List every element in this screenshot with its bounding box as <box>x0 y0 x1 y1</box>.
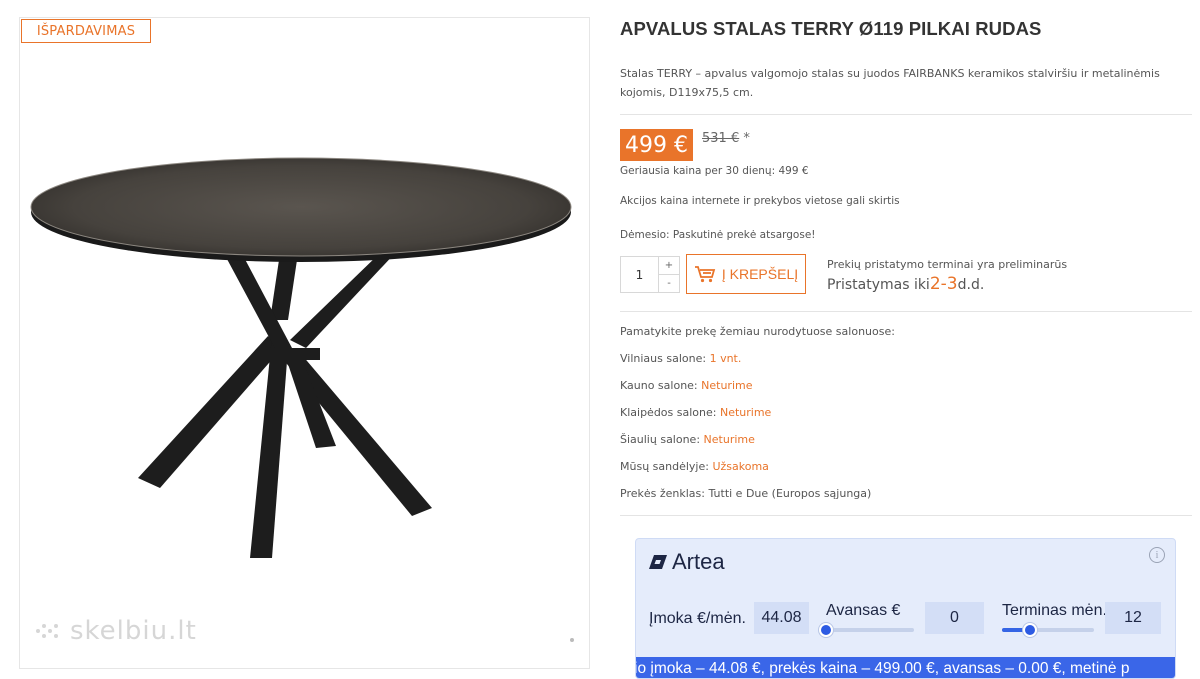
advance-input[interactable]: 0 <box>925 602 984 634</box>
advance-slider-thumb[interactable] <box>819 623 833 637</box>
stores-intro: Pamatykite prekę žemiau nurodytuose salo… <box>620 325 895 338</box>
quantity-plus-button[interactable]: + <box>659 257 679 274</box>
promo-note: Akcijos kaina internete ir prekybos viet… <box>620 195 900 207</box>
store-availability: Klaipėdos salone: Neturime <box>620 406 771 419</box>
store-availability: Kauno salone: Neturime <box>620 379 752 392</box>
advance-slider[interactable] <box>819 623 914 637</box>
brand-label: Prekės ženklas: <box>620 487 705 500</box>
artea-financing-widget: Artea i Įmoka €/mėn. 44.08 Avansas € 0 T… <box>635 538 1176 679</box>
artea-logo-icon <box>649 555 667 569</box>
term-slider[interactable] <box>1002 623 1094 637</box>
info-icon[interactable]: i <box>1149 547 1165 563</box>
delivery-days: 2-3 <box>929 274 958 294</box>
store-availability: Vilniaus salone: 1 vnt. <box>620 352 741 365</box>
store-label: Vilniaus salone: <box>620 352 707 365</box>
term-input[interactable]: 12 <box>1105 602 1161 634</box>
product-image[interactable] <box>20 18 590 669</box>
last-item-note: Dėmesio: Paskutinė prekė atsargose! <box>620 229 816 241</box>
product-title: APVALUS STALAS TERRY Ø119 PILKAI RUDAS <box>620 18 1042 39</box>
product-image-panel[interactable]: IŠPARDAVIMAS skelbiu.lt <box>19 17 590 669</box>
store-availability: Šiaulių salone: Neturime <box>620 433 755 446</box>
current-price: 499 € <box>620 129 693 161</box>
divider <box>620 515 1192 516</box>
add-to-cart-button[interactable]: Į KREPŠELĮ <box>686 254 806 294</box>
artea-logo: Artea <box>648 549 725 575</box>
term-slider-thumb[interactable] <box>1023 623 1037 637</box>
brand-line: Prekės ženklas: Tutti e Due (Europos sąj… <box>620 487 871 500</box>
product-description: Stalas TERRY – apvalus valgomojo stalas … <box>620 67 1160 99</box>
watermark: skelbiu.lt <box>34 616 197 646</box>
store-label: Klaipėdos salone: <box>620 406 717 419</box>
store-label: Mūsų sandėlyje: <box>620 460 709 473</box>
gallery-dot[interactable] <box>570 638 574 642</box>
delivery-suffix: d.d. <box>957 277 985 293</box>
term-label: Terminas mėn. <box>1002 602 1107 619</box>
delivery-note: Prekių pristatymo terminai yra prelimina… <box>827 258 1068 271</box>
skelbiu-logo-icon <box>36 624 58 638</box>
store-value: 1 vnt. <box>709 352 742 365</box>
delivery-prefix: Pristatymas iki <box>827 277 930 293</box>
lowest-price-note: Geriausia kaina per 30 dienų: 499 € <box>620 165 809 177</box>
cart-icon <box>694 266 716 283</box>
quantity-input[interactable]: 1 <box>621 257 659 292</box>
store-value: Neturime <box>719 406 772 419</box>
store-value: Užsakoma <box>712 460 769 473</box>
delivery-time: Pristatymas iki 2-3 d.d. <box>827 274 984 294</box>
old-price-value: 531 € <box>702 131 740 146</box>
quantity-stepper[interactable]: 1 + - <box>620 256 680 293</box>
artea-logo-text: Artea <box>672 549 725 574</box>
watermark-text: skelbiu.lt <box>70 616 197 646</box>
artea-summary-bar: io įmoka – 44.08 €, prekės kaina – 499.0… <box>636 657 1175 678</box>
store-label: Šiaulių salone: <box>620 433 701 446</box>
add-to-cart-label: Į KREPŠELĮ <box>721 266 799 282</box>
artea-summary-text: io įmoka – 44.08 €, prekės kaina – 499.0… <box>636 660 1130 677</box>
store-value: Neturime <box>703 433 755 446</box>
divider <box>620 114 1192 115</box>
sale-badge: IŠPARDAVIMAS <box>21 19 151 43</box>
store-availability: Mūsų sandėlyje: Užsakoma <box>620 460 769 473</box>
quantity-minus-button[interactable]: - <box>659 274 679 292</box>
old-price-mark: * <box>743 131 750 146</box>
brand-value: Tutti e Due (Europos sąjunga) <box>708 487 872 500</box>
advance-label: Avansas € <box>826 602 901 619</box>
old-price: 531 € * <box>702 131 750 146</box>
installment-value: 44.08 <box>754 602 809 634</box>
store-value: Neturime <box>701 379 753 392</box>
store-label: Kauno salone: <box>620 379 698 392</box>
divider <box>620 311 1192 312</box>
installment-label: Įmoka €/mėn. <box>649 610 746 627</box>
